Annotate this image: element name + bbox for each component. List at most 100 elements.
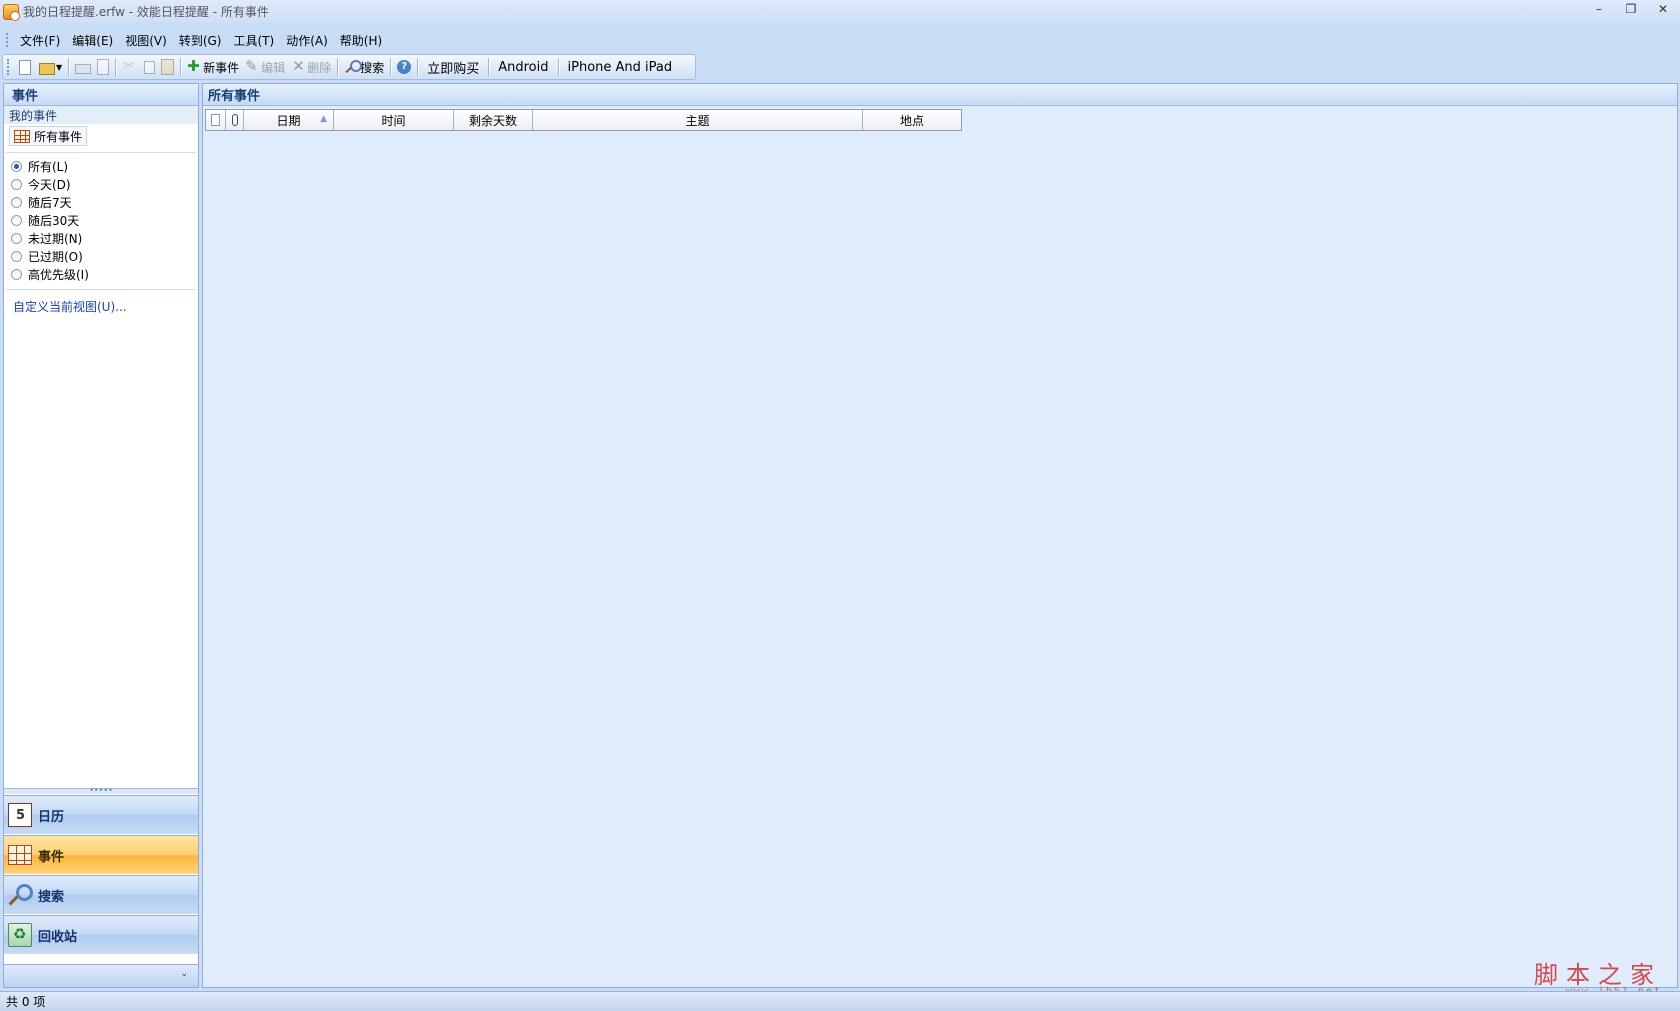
filter-not-expired[interactable]: 未过期(N) xyxy=(11,229,198,247)
column-header-subject[interactable]: 主题 xyxy=(533,110,863,130)
help-button[interactable]: ? xyxy=(394,56,414,78)
watermark-text: 脚本之家 xyxy=(1534,961,1662,989)
print-icon xyxy=(75,64,92,74)
main-panel-header: 所有事件 xyxy=(203,84,1677,106)
events-grid-icon xyxy=(14,129,30,143)
android-button[interactable]: Android xyxy=(492,56,554,78)
attachment-column-header[interactable] xyxy=(226,110,244,130)
filter-label: 未过期(N) xyxy=(28,231,83,246)
ios-button[interactable]: iPhone And iPad xyxy=(562,56,679,78)
menu-bar: 文件(F) 编辑(E) 视图(V) 转到(G) 工具(T) 动作(A) 帮助(H… xyxy=(0,29,1680,51)
filter-next-7-days[interactable]: 随后7天 xyxy=(11,193,198,211)
filter-next-30-days[interactable]: 随后30天 xyxy=(11,211,198,229)
app-icon xyxy=(3,3,20,21)
delete-x-icon xyxy=(291,57,307,75)
filter-today[interactable]: 今天(D) xyxy=(11,175,198,193)
calendar-icon xyxy=(8,803,32,827)
menu-view[interactable]: 视图(V) xyxy=(119,30,173,51)
radio-button[interactable] xyxy=(11,214,22,226)
all-events-label: 所有事件 xyxy=(34,129,83,144)
column-header-label: 时间 xyxy=(381,113,406,128)
chevron-down-icon[interactable]: ⌄ xyxy=(180,969,188,979)
filter-radio-list: 所有(L) 今天(D) 随后7天 随后30天 未过期(N) 已过期(O) 高优先… xyxy=(4,157,198,283)
copy-button[interactable] xyxy=(141,56,158,78)
toolbar-separator xyxy=(417,58,419,76)
menu-edit[interactable]: 编辑(E) xyxy=(66,30,119,51)
filter-all[interactable]: 所有(L) xyxy=(11,157,198,175)
nav-calendar-button[interactable]: 日历 xyxy=(4,795,198,834)
open-file-button[interactable]: ▼ xyxy=(36,56,65,78)
cut-button[interactable] xyxy=(119,56,141,78)
left-panel: 事件 我的事件 所有事件 所有(L) 今天(D) 随后7天 随后30天 未过期(… xyxy=(3,83,199,988)
radio-button[interactable] xyxy=(11,232,22,244)
column-header-date[interactable]: 日期 ▲ xyxy=(244,110,334,130)
buy-now-button[interactable]: 立即购买 xyxy=(421,56,485,78)
filter-high-priority[interactable]: 高优先级(I) xyxy=(11,265,198,283)
all-events-view-item[interactable]: 所有事件 xyxy=(9,126,87,146)
column-header-label: 地点 xyxy=(899,113,924,128)
toolbar-separator xyxy=(180,58,182,76)
column-header-label: 剩余天数 xyxy=(468,113,517,128)
column-header-location[interactable]: 地点 xyxy=(863,110,961,130)
nav-events-button[interactable]: 事件 xyxy=(4,835,198,874)
divider xyxy=(6,152,196,153)
events-table-header: 日期 ▲ 时间 剩余天数 主题 地点 xyxy=(205,109,962,131)
recycle-bin-icon xyxy=(8,923,32,947)
nav-search-button[interactable]: 搜索 xyxy=(4,875,198,914)
minimize-button[interactable]: – xyxy=(1588,2,1610,16)
events-grid-icon xyxy=(8,845,32,865)
new-event-button[interactable]: 新事件 xyxy=(184,56,242,78)
magnifier-icon xyxy=(8,883,33,907)
menu-help[interactable]: 帮助(H) xyxy=(334,30,388,51)
new-file-icon xyxy=(19,59,31,75)
print-button[interactable] xyxy=(72,56,94,78)
menu-tools[interactable]: 工具(T) xyxy=(227,30,280,51)
radio-button[interactable] xyxy=(11,178,22,190)
document-icon xyxy=(211,114,220,126)
title-bar: 我的日程提醒.erfw - 效能日程提醒 - 所有事件 – ❐ ✕ xyxy=(0,0,1680,23)
pencil-icon xyxy=(245,57,261,75)
customize-view-link[interactable]: 自定义当前视图(U)... xyxy=(4,298,198,315)
edit-button[interactable]: 编辑 xyxy=(242,56,288,78)
search-label: 搜索 xyxy=(360,60,385,75)
radio-button[interactable] xyxy=(11,160,22,172)
column-header-days-remaining[interactable]: 剩余天数 xyxy=(454,110,533,130)
paste-icon xyxy=(161,59,175,75)
column-icon-header[interactable] xyxy=(206,110,226,130)
nav-label: 搜索 xyxy=(38,889,65,905)
window-controls: – ❐ ✕ xyxy=(1588,2,1674,16)
nav-recycle-bin-button[interactable]: 回收站 xyxy=(4,915,198,954)
plus-icon xyxy=(187,57,203,75)
filter-expired[interactable]: 已过期(O) xyxy=(11,247,198,265)
search-button[interactable]: 搜索 xyxy=(341,56,387,78)
new-file-button[interactable] xyxy=(14,56,36,78)
radio-button[interactable] xyxy=(11,268,22,280)
nav-label: 事件 xyxy=(38,849,65,865)
divider xyxy=(6,289,196,290)
filter-label: 今天(D) xyxy=(28,177,71,192)
radio-button[interactable] xyxy=(11,250,22,262)
print-preview-button[interactable] xyxy=(94,56,112,78)
filter-label: 随后30天 xyxy=(28,213,80,228)
toolbar-grip[interactable] xyxy=(7,59,10,75)
sort-ascending-icon: ▲ xyxy=(320,114,327,124)
copy-icon xyxy=(144,60,156,74)
search-icon xyxy=(344,59,363,75)
help-icon: ? xyxy=(397,60,412,74)
toolbar-separator xyxy=(390,58,392,76)
menu-file[interactable]: 文件(F) xyxy=(14,30,66,51)
paste-button[interactable] xyxy=(158,56,177,78)
restore-button[interactable]: ❐ xyxy=(1620,2,1642,16)
menu-goto[interactable]: 转到(G) xyxy=(173,30,228,51)
open-dropdown-icon[interactable]: ▼ xyxy=(56,63,62,72)
toolbar-separator xyxy=(68,58,70,76)
menubar-grip[interactable] xyxy=(6,33,9,47)
delete-button[interactable]: 删除 xyxy=(288,56,334,78)
column-header-time[interactable]: 时间 xyxy=(334,110,454,130)
radio-button[interactable] xyxy=(11,196,22,208)
menu-actions[interactable]: 动作(A) xyxy=(280,30,334,51)
toolbar: ▼ 新事件 编辑 删除 搜索 ? 立即购买 Android iPhone And… xyxy=(2,54,696,80)
splitter-grip[interactable]: ••••• xyxy=(4,787,198,795)
close-button[interactable]: ✕ xyxy=(1652,2,1674,16)
filter-label: 高优先级(I) xyxy=(28,267,89,282)
